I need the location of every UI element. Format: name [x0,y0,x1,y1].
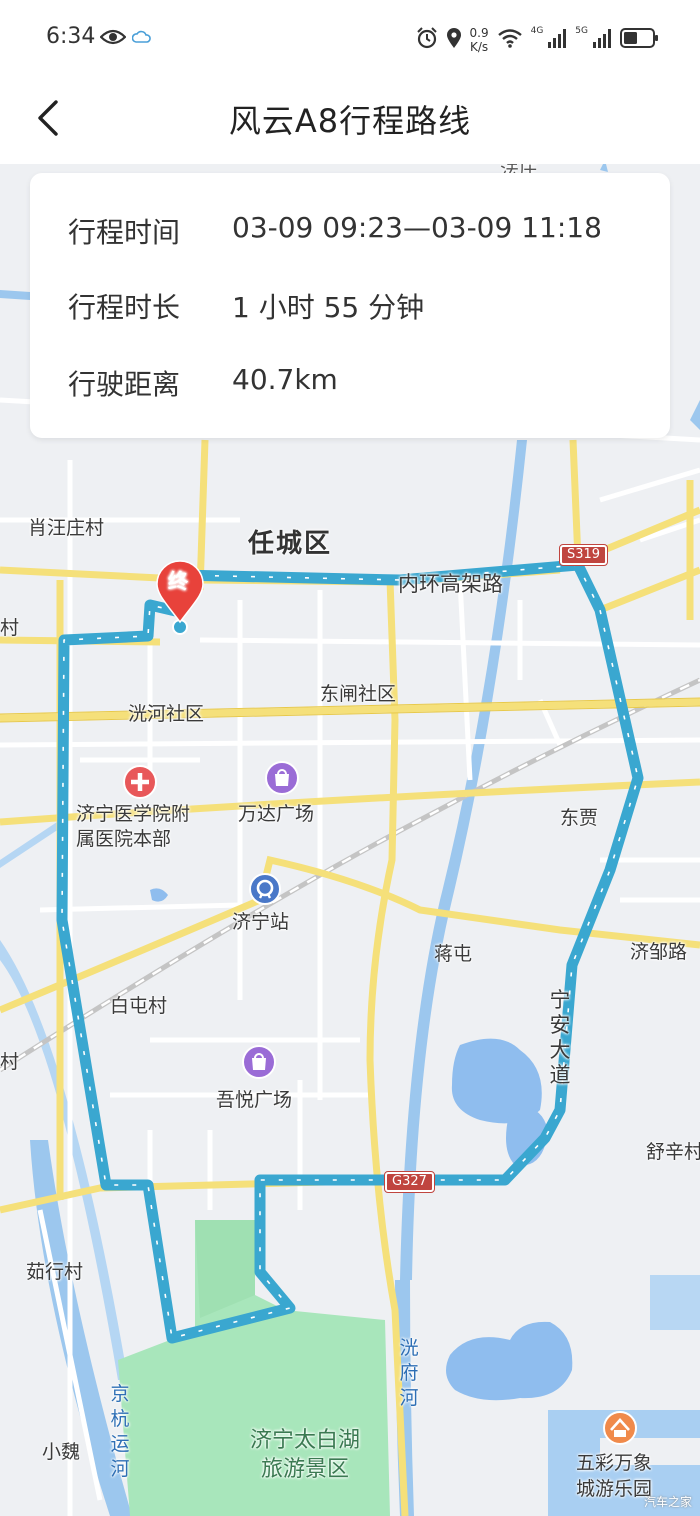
signal-icon [547,28,567,52]
trip-duration-label: 行程时长 [68,291,181,324]
trip-time-label: 行程时间 [68,216,181,249]
road-shield-g327: G327 [384,1171,435,1193]
page-title: 风云A8行程路线 [228,102,472,140]
map-label-cun-left2: 村 [0,1051,20,1073]
map-label-jinghang: 京杭运河 [110,1383,130,1480]
alarm-icon [416,27,438,53]
header-bar: 风云A8行程路线 [0,78,700,164]
sim2-generation: 5G [575,26,588,36]
map-label-guangfu: 洸府河 [399,1337,419,1409]
trip-duration-row: 行程时长 1 小时 55 分钟 [68,286,424,326]
map-label-ruxing: 茹行村 [26,1261,84,1283]
battery-icon [620,27,660,53]
map-label-xiaowang: 肖汪庄村 [28,517,105,539]
status-icons: 0.9 K/s 4G 5G [416,22,661,58]
map-label-neihuan: 内环高架路 [398,572,503,596]
weather-icon [131,30,152,50]
watermark: 汽车之家 [643,1495,692,1509]
wifi-icon [497,28,523,52]
road-shield-s319: S319 [558,544,609,566]
map-label-donggu: 东贾 [560,807,599,829]
location-icon [446,27,462,53]
trip-distance-label: 行驶距离 [68,368,181,401]
map-label-ningan: 宁安大道 [549,988,571,1087]
map-label-taibai: 济宁太白湖 旅游景区 [250,1428,361,1482]
map-label-cun-left1: 村 [0,617,20,639]
map-label-hospital: 济宁医学院附 属医院本部 [76,803,191,850]
map-label-baitun: 白屯村 [110,995,168,1017]
network-speed: 0.9 K/s [469,26,489,54]
map-label-jizou: 济邹路 [630,941,688,963]
trip-info-card: 行程时间 03-09 09:23—03-09 11:18 行程时长 1 小时 5… [30,173,670,438]
map-label-jiangtun: 蒋屯 [434,943,473,965]
trip-distance-row: 行驶距离 40.7km [68,363,338,403]
trip-distance-value: 40.7km [232,363,338,396]
map-label-dongzha: 东闸社区 [320,683,397,705]
map-label-wanda: 万达广场 [238,803,315,825]
signal-icon [592,28,612,52]
trip-time-value: 03-09 09:23—03-09 11:18 [232,211,602,244]
status-time: 6:34 [46,24,96,49]
status-bar: 6:34 0.9 K/s 4G 5G [0,0,700,78]
map-label-xiaowei: 小魏 [42,1441,81,1463]
map-label-wucai: 五彩万象 城游乐园 [576,1452,653,1500]
map-label-district: 任城区 [248,529,333,559]
end-marker-label: 终 [168,569,188,593]
trip-time-row: 行程时间 03-09 09:23—03-09 11:18 [68,211,602,251]
sim1-generation: 4G [530,26,544,36]
map-label-shuxin: 舒辛村 [646,1141,700,1163]
map-label-wuyue: 吾悦广场 [216,1089,293,1111]
map-label-xihe: 洸河社区 [128,703,205,725]
trip-duration-value: 1 小时 55 分钟 [232,291,425,324]
map-label-station: 济宁站 [232,911,290,933]
eye-icon [99,28,127,50]
